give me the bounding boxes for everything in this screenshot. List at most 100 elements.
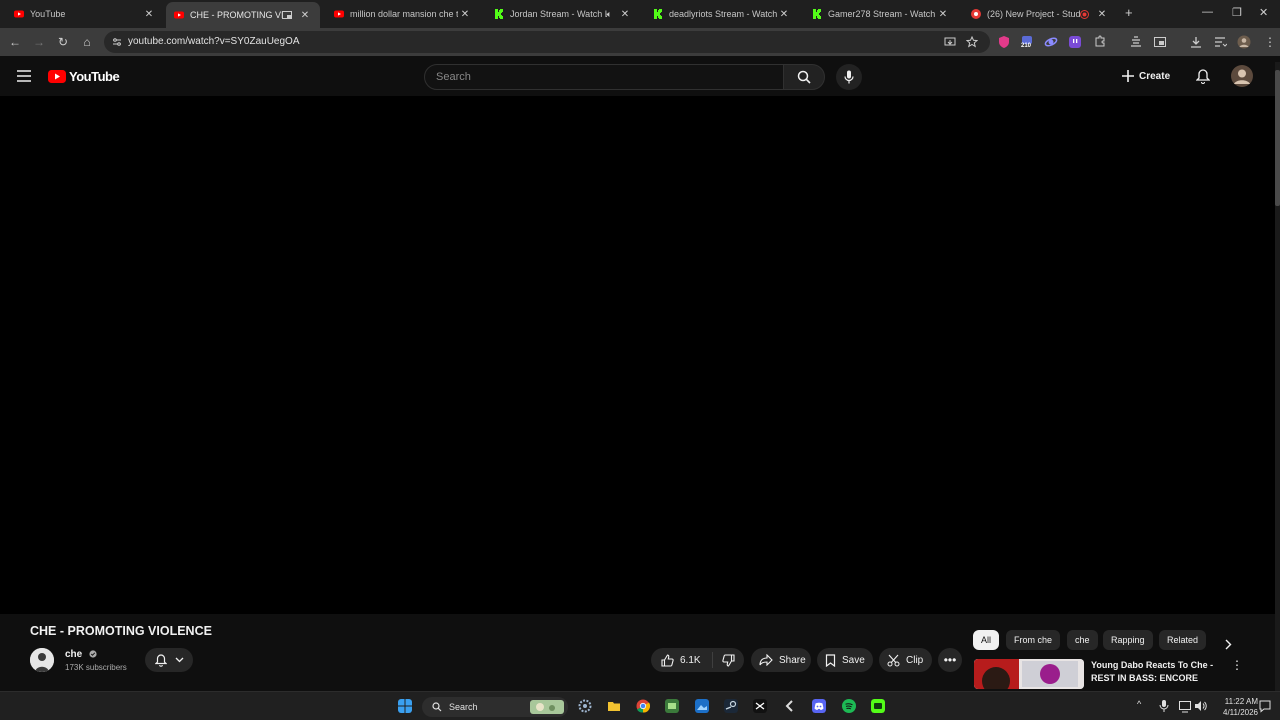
profile-avatar-icon[interactable] bbox=[1237, 35, 1251, 49]
steam-icon[interactable] bbox=[724, 699, 738, 713]
chip-che[interactable]: che bbox=[1067, 630, 1098, 650]
browser-tab[interactable]: (26) New Project - Studio ✕ bbox=[963, 3, 1117, 25]
microphone-icon[interactable] bbox=[1157, 699, 1171, 713]
bookmark-star-icon[interactable] bbox=[966, 36, 978, 48]
page-scrollbar-thumb[interactable] bbox=[1275, 70, 1280, 206]
voice-search-button[interactable] bbox=[836, 64, 862, 90]
account-avatar[interactable] bbox=[1231, 65, 1253, 87]
gauge-app-icon[interactable] bbox=[783, 699, 797, 713]
split-view-icon[interactable] bbox=[1153, 35, 1167, 49]
network-icon[interactable] bbox=[1178, 699, 1192, 713]
volume-icon[interactable] bbox=[1194, 699, 1208, 713]
picture-in-picture-icon[interactable] bbox=[282, 11, 292, 19]
microphone-icon bbox=[844, 70, 854, 84]
site-info-icon[interactable] bbox=[112, 37, 122, 47]
address-bar[interactable]: youtube.com/watch?v=SY0ZauUegOA bbox=[104, 31, 990, 53]
browser-tab[interactable]: YouTube ✕ bbox=[6, 3, 164, 25]
windows-start-icon[interactable] bbox=[398, 699, 412, 713]
discord-icon[interactable] bbox=[812, 699, 826, 713]
plus-icon bbox=[1122, 70, 1134, 82]
close-icon[interactable]: ✕ bbox=[777, 9, 791, 20]
taskbar-search[interactable]: Search bbox=[422, 697, 568, 717]
channel-avatar[interactable] bbox=[30, 648, 54, 672]
new-tab-button[interactable]: + bbox=[1125, 5, 1133, 20]
recommendation-thumbnail[interactable] bbox=[974, 659, 1084, 689]
extension-shield-icon[interactable] bbox=[997, 35, 1011, 49]
youtube-logo[interactable]: YouTube bbox=[48, 69, 120, 84]
browser-tab[interactable]: Jordan Stream - Watch Live 🔈︎ ✕ bbox=[486, 3, 640, 25]
chrome-icon[interactable] bbox=[636, 699, 650, 713]
photos-app-icon[interactable] bbox=[695, 699, 709, 713]
clip-button[interactable]: Clip bbox=[879, 648, 932, 672]
search-button[interactable] bbox=[783, 64, 825, 90]
channel-name[interactable]: che bbox=[65, 649, 97, 660]
chip-all[interactable]: All bbox=[973, 630, 1000, 650]
subscriber-count: 173K subscribers bbox=[65, 663, 127, 672]
chip-rapping[interactable]: Rapping bbox=[1103, 630, 1153, 650]
close-icon[interactable]: ✕ bbox=[1095, 9, 1109, 20]
scissors-icon bbox=[887, 654, 900, 666]
extension-twitch-icon[interactable] bbox=[1068, 35, 1082, 49]
spotify-icon[interactable] bbox=[842, 699, 856, 713]
notification-center-icon[interactable] bbox=[1258, 699, 1272, 713]
game-bar-icon[interactable] bbox=[871, 699, 885, 713]
close-icon[interactable]: ✕ bbox=[936, 9, 950, 20]
notifications-bell-icon bbox=[154, 653, 167, 667]
chevron-up-icon[interactable]: ^ bbox=[1137, 699, 1141, 709]
video-player[interactable] bbox=[0, 96, 1275, 614]
share-button[interactable]: Share bbox=[751, 648, 811, 672]
kick-icon bbox=[495, 9, 503, 19]
extension-badge-icon[interactable]: 210 bbox=[1020, 35, 1034, 49]
youtube-icon bbox=[14, 10, 24, 18]
save-button[interactable]: Save bbox=[817, 648, 873, 672]
file-explorer-icon[interactable] bbox=[607, 699, 621, 713]
recommendation-title[interactable]: Young Dabo Reacts To Che - REST IN BASS:… bbox=[1091, 659, 1221, 685]
browser-tab[interactable]: deadlyriots Stream - Watch Live ✕ bbox=[645, 3, 799, 25]
close-icon[interactable]: ✕ bbox=[458, 9, 472, 20]
notifications-bell-icon[interactable] bbox=[1196, 69, 1210, 84]
install-app-icon[interactable] bbox=[944, 36, 956, 48]
browser-menu-icon[interactable]: ⋮ bbox=[1262, 34, 1278, 50]
close-icon[interactable]: ✕ bbox=[142, 9, 156, 20]
url-text[interactable]: youtube.com/watch?v=SY0ZauUegOA bbox=[128, 36, 299, 47]
more-actions-button[interactable]: ••• bbox=[938, 648, 962, 672]
home-icon[interactable]: ⌂ bbox=[79, 34, 95, 50]
browser-tab-active[interactable]: CHE - PROMOTING VIOLENCE ✕ bbox=[166, 2, 320, 28]
reading-list-icon[interactable] bbox=[1213, 35, 1227, 49]
restore-button[interactable]: ❐ bbox=[1232, 6, 1242, 19]
more-vertical-icon[interactable]: ⋮ bbox=[1231, 658, 1243, 672]
browser-tab[interactable]: Gamer278 Stream - Watch Live ✕ bbox=[804, 3, 958, 25]
capcut-icon[interactable] bbox=[753, 699, 767, 713]
chevron-right-icon[interactable] bbox=[1224, 639, 1232, 650]
chip-related[interactable]: Related bbox=[1159, 630, 1207, 650]
dislike-button[interactable] bbox=[713, 653, 735, 667]
system-clock[interactable]: 11:22 AM 4/11/2026 bbox=[1223, 696, 1258, 718]
close-window-button[interactable]: ✕ bbox=[1259, 6, 1268, 19]
kick-icon bbox=[654, 9, 662, 19]
more-horizontal-icon: ••• bbox=[943, 653, 957, 667]
recording-icon bbox=[1080, 9, 1089, 19]
speaker-icon[interactable]: 🔈︎ bbox=[607, 9, 612, 20]
back-button[interactable]: ← bbox=[7, 34, 23, 50]
hamburger-menu-icon[interactable] bbox=[17, 70, 31, 82]
chip-from-che[interactable]: From che bbox=[1006, 630, 1061, 650]
media-control-icon[interactable] bbox=[1129, 35, 1143, 49]
subscription-bell-button[interactable] bbox=[145, 648, 193, 672]
extension-planet-icon[interactable] bbox=[1044, 35, 1058, 49]
minimize-button[interactable]: — bbox=[1202, 6, 1213, 18]
forward-button[interactable]: → bbox=[31, 34, 47, 50]
close-icon[interactable]: ✕ bbox=[298, 10, 312, 21]
create-button[interactable]: Create bbox=[1122, 65, 1182, 87]
close-icon[interactable]: ✕ bbox=[618, 9, 632, 20]
search-input[interactable]: Search bbox=[424, 64, 784, 90]
windows-taskbar: Search ^ 11:22 AM 4/11/2026 bbox=[0, 691, 1280, 720]
search-icon bbox=[432, 702, 442, 712]
reload-button[interactable]: ↻ bbox=[55, 34, 71, 50]
like-button[interactable]: 6.1K bbox=[651, 652, 713, 668]
extensions-puzzle-icon[interactable] bbox=[1093, 35, 1107, 49]
settings-gear-icon[interactable] bbox=[578, 699, 592, 713]
thumbs-down-icon bbox=[722, 653, 735, 667]
game-app-icon[interactable] bbox=[665, 699, 679, 713]
download-icon[interactable] bbox=[1189, 35, 1203, 49]
browser-tab[interactable]: million dollar mansion che type ✕ bbox=[326, 3, 480, 25]
